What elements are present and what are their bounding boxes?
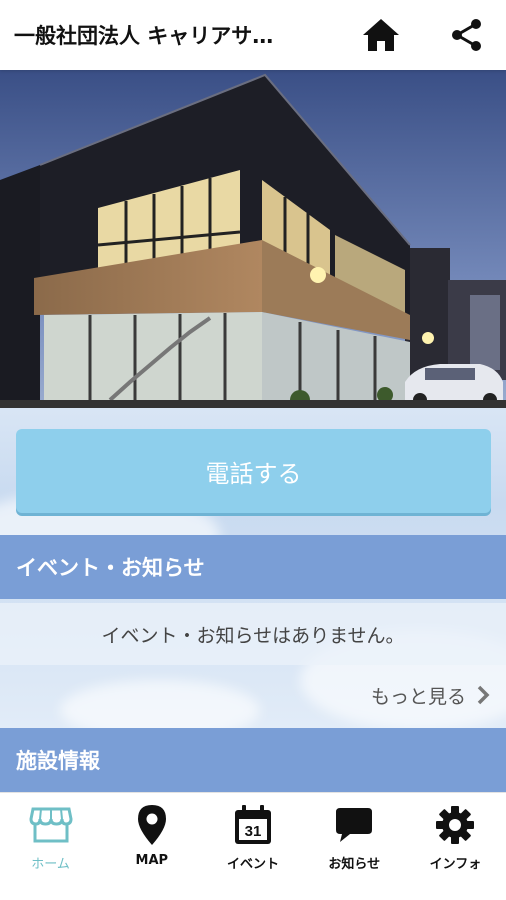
- facility-section-header: 施設情報: [0, 728, 506, 792]
- call-button[interactable]: 電話する: [16, 429, 491, 513]
- bottom-tab-bar: ホーム MAP 31 イベント お知らせ インフォ: [0, 792, 506, 900]
- chat-bubble-icon: [331, 803, 377, 847]
- tab-event[interactable]: 31 イベント: [202, 793, 303, 900]
- tab-news[interactable]: お知らせ: [304, 793, 405, 900]
- tab-news-label: お知らせ: [328, 857, 381, 872]
- share-button[interactable]: [444, 12, 490, 58]
- tab-info[interactable]: インフォ: [405, 793, 506, 900]
- tab-info-label: インフォ: [429, 857, 482, 872]
- tab-map[interactable]: MAP: [101, 793, 202, 900]
- calendar-icon: 31: [230, 803, 276, 847]
- app-title: 一般社団法人 キャリアサ…: [14, 24, 274, 48]
- main-content: 電話する イベント・お知らせ イベント・お知らせはありません。 もっと見る 施設…: [0, 70, 506, 792]
- hero-building-photo: [0, 70, 506, 408]
- chevron-right-icon: [477, 685, 490, 705]
- map-pin-icon: [129, 803, 175, 847]
- share-icon: [452, 19, 481, 51]
- tab-home-label: ホーム: [31, 857, 70, 872]
- calendar-day-text: 31: [245, 823, 262, 840]
- home-button[interactable]: [358, 12, 404, 58]
- gear-icon: [432, 803, 478, 847]
- tab-home[interactable]: ホーム: [0, 793, 101, 900]
- tab-map-label: MAP: [135, 853, 169, 868]
- app-bar: 一般社団法人 キャリアサ…: [0, 0, 506, 70]
- more-link[interactable]: もっと見る: [371, 670, 490, 720]
- store-icon: [28, 803, 74, 847]
- home-icon: [363, 19, 399, 51]
- tab-event-label: イベント: [227, 857, 280, 872]
- events-section-header: イベント・お知らせ: [0, 535, 506, 599]
- events-empty-message: イベント・お知らせはありません。: [0, 603, 506, 665]
- more-link-label: もっと見る: [370, 685, 466, 708]
